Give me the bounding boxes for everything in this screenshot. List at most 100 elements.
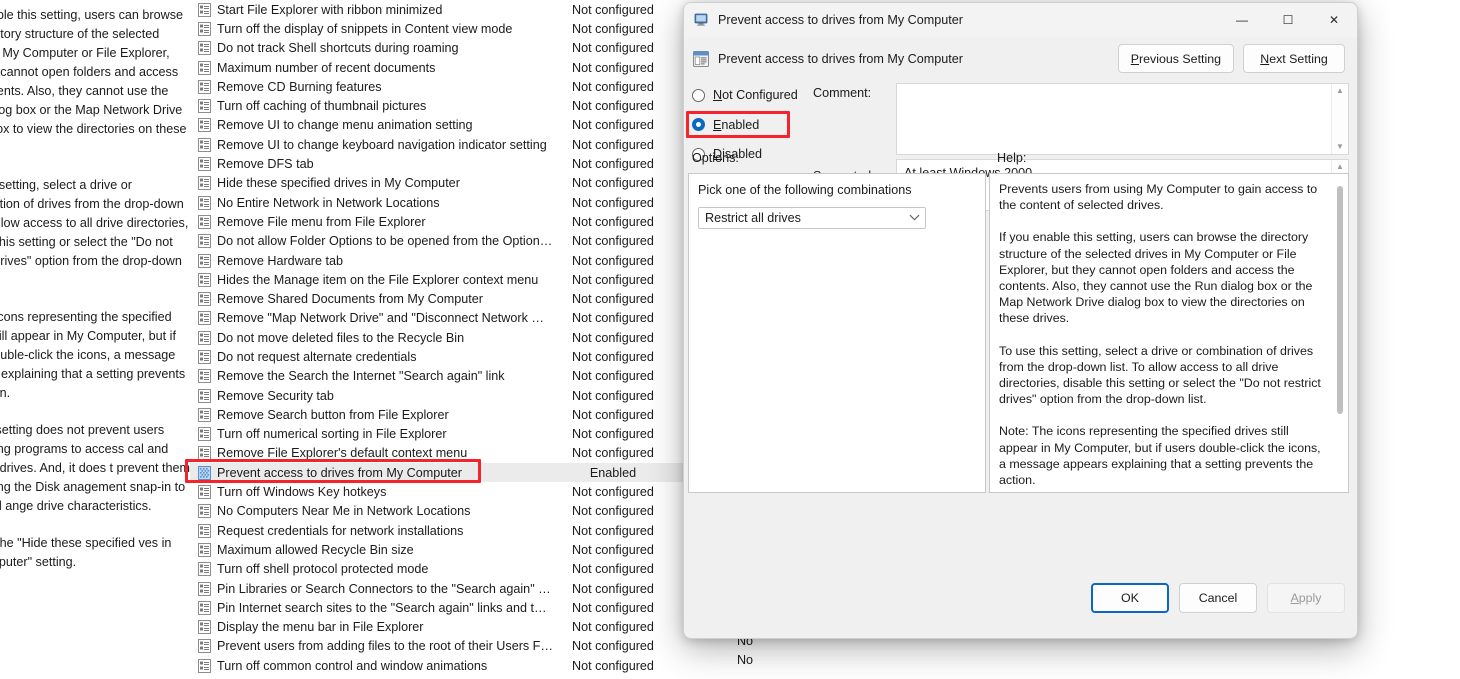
- policy-setting-list-icon: [198, 620, 211, 635]
- policy-setting-list-icon: [198, 272, 211, 287]
- policy-row[interactable]: Do not request alternate credentials Not …: [190, 347, 685, 366]
- policy-row[interactable]: Turn off caching of thumbnail pictures No…: [190, 96, 685, 115]
- policy-row-state: Not configured: [572, 330, 654, 345]
- policy-row-name: Turn off Windows Key hotkeys: [217, 485, 387, 500]
- radio-indicator: [692, 88, 705, 102]
- policy-row[interactable]: Maximum number of recent documents Not co…: [190, 58, 685, 77]
- policy-row-name: Remove Search button from File Explorer: [217, 407, 449, 422]
- policy-row[interactable]: Remove File menu from File Explorer Not c…: [190, 212, 685, 231]
- description-paragraph: use this setting, select a drive or comb…: [0, 178, 189, 268]
- policy-setting-list-icon: [198, 446, 211, 461]
- previous-setting-label: revious Setting: [1139, 51, 1221, 66]
- comment-value[interactable]: [897, 84, 1331, 154]
- policy-row[interactable]: Remove Security tab Not configured: [190, 386, 685, 405]
- state-radio-label: Enabled: [713, 118, 759, 132]
- policy-row[interactable]: Remove CD Burning features Not configured: [190, 77, 685, 96]
- policy-row[interactable]: Remove the Search the Internet "Search a…: [190, 367, 685, 386]
- policy-row[interactable]: Turn off common control and window anima…: [190, 656, 685, 675]
- maximize-icon[interactable]: ☐: [1265, 3, 1311, 37]
- policy-row[interactable]: Prevent users from adding files to the r…: [190, 637, 685, 656]
- policy-setting-list-icon: [198, 253, 211, 268]
- comment-label: Comment:: [813, 86, 872, 100]
- policy-row[interactable]: Remove Shared Documents from My Computer…: [190, 289, 685, 308]
- policy-setting-list-icon: [198, 41, 211, 56]
- description-paragraph: you enable this setting, users can brows…: [0, 8, 187, 136]
- policy-row[interactable]: Remove UI to change menu animation setti…: [190, 116, 685, 135]
- minimize-icon[interactable]: —: [1219, 3, 1265, 37]
- next-setting-button[interactable]: Next Setting: [1243, 44, 1345, 73]
- scroll-up-icon[interactable]: ▲: [1336, 87, 1344, 95]
- previous-setting-button[interactable]: Previous Setting: [1117, 44, 1234, 73]
- policy-setting-list-icon: [198, 330, 211, 345]
- policy-row[interactable]: Turn off Windows Key hotkeys Not configur…: [190, 482, 685, 501]
- policy-row[interactable]: Remove Hardware tab Not configured: [190, 251, 685, 270]
- state-radio-enabled[interactable]: Enabled: [692, 115, 822, 135]
- policy-row-name: No Entire Network in Network Locations: [217, 195, 440, 210]
- policy-setting-list-icon: [198, 195, 211, 210]
- policy-row[interactable]: Start File Explorer with ribbon minimize…: [190, 0, 685, 19]
- label-rest: nabled: [721, 117, 760, 132]
- policy-row-selected[interactable]: Prevent access to drives from My Compute…: [190, 463, 685, 483]
- policy-row-name: Maximum number of recent documents: [217, 60, 436, 75]
- policy-row-state: Not configured: [572, 137, 654, 152]
- cancel-button[interactable]: Cancel: [1179, 583, 1257, 613]
- policy-setting-list-icon: [198, 581, 211, 596]
- policy-row-state: Not configured: [572, 60, 654, 75]
- policy-setting-list-icon: [198, 349, 211, 364]
- help-scrollbar-thumb[interactable]: [1337, 186, 1343, 414]
- policy-row[interactable]: Remove DFS tab Not configured: [190, 154, 685, 173]
- policy-row-name: Remove Shared Documents from My Computer: [217, 292, 483, 307]
- screen: you enable this setting, users can brows…: [0, 0, 1460, 679]
- policy-row[interactable]: No Entire Network in Network Locations No…: [190, 193, 685, 212]
- drive-combination-dropdown[interactable]: Restrict all drives: [698, 207, 926, 229]
- policy-row[interactable]: Remove "Map Network Drive" and "Disconne…: [190, 309, 685, 328]
- policy-row[interactable]: Remove File Explorer's default context m…: [190, 444, 685, 463]
- policy-row[interactable]: Do not track Shell shortcuts during roam…: [190, 39, 685, 58]
- policy-row-name: Remove "Map Network Drive" and "Disconne…: [217, 311, 553, 326]
- policy-row[interactable]: Display the menu bar in File Explorer Not…: [190, 618, 685, 637]
- policy-row-name: Turn off shell protocol protected mode: [217, 562, 429, 577]
- ok-button[interactable]: OK: [1091, 583, 1169, 613]
- policy-row[interactable]: Remove UI to change keyboard navigation …: [190, 135, 685, 154]
- close-icon[interactable]: ✕: [1311, 3, 1357, 37]
- policy-row[interactable]: Pin Libraries or Search Connectors to th…: [190, 579, 685, 598]
- options-label: Options:: [692, 151, 739, 165]
- policy-row[interactable]: Remove Search button from File Explorer N…: [190, 405, 685, 424]
- radio-indicator: [692, 118, 705, 131]
- policy-row[interactable]: Pin Internet search sites to the "Search…: [190, 598, 685, 617]
- policy-row[interactable]: Request credentials for network installa…: [190, 521, 685, 540]
- policy-row[interactable]: Hide these specified drives in My Comput…: [190, 174, 685, 193]
- apply-accel: A: [1290, 591, 1299, 605]
- policy-row[interactable]: Maximum allowed Recycle Bin size Not conf…: [190, 540, 685, 559]
- comment-field[interactable]: ▲ ▼: [896, 83, 1349, 155]
- policy-row[interactable]: Do not move deleted files to the Recycle…: [190, 328, 685, 347]
- drive-combination-value: Restrict all drives: [705, 211, 801, 225]
- policy-row-name: Turn off numerical sorting in File Explo…: [217, 427, 447, 442]
- policy-row[interactable]: Turn off numerical sorting in File Explo…: [190, 425, 685, 444]
- policy-setting-list-icon: [198, 292, 211, 307]
- policy-row-state: Not configured: [572, 639, 654, 654]
- policy-setting-list-icon: [198, 542, 211, 557]
- policy-setting-list-icon: [198, 137, 211, 152]
- policy-row-name: Pin Internet search sites to the "Search…: [217, 600, 553, 615]
- policy-row-state: Not configured: [572, 427, 654, 442]
- comment-scrollbar[interactable]: ▲ ▼: [1331, 84, 1348, 154]
- policy-row[interactable]: Turn off the display of snippets in Cont…: [190, 19, 685, 38]
- policy-row[interactable]: No Computers Near Me in Network Location…: [190, 502, 685, 521]
- policy-setting-list-icon: [198, 427, 211, 442]
- policy-row[interactable]: Turn off shell protocol protected mode No…: [190, 560, 685, 579]
- policy-setting-list-icon: [198, 407, 211, 422]
- description-paragraph: so, this setting does not prevent users …: [0, 423, 190, 513]
- policy-settings-list[interactable]: Start File Explorer with ribbon minimize…: [190, 0, 685, 679]
- policy-setting-list-icon: [198, 369, 211, 384]
- scroll-up-icon[interactable]: ▲: [1336, 163, 1344, 171]
- policy-setting-list-icon: [198, 639, 211, 654]
- scroll-down-icon[interactable]: ▼: [1336, 143, 1344, 151]
- policy-row-state: Not configured: [572, 311, 654, 326]
- policy-row[interactable]: Hides the Manage item on the File Explor…: [190, 270, 685, 289]
- help-scrollbar[interactable]: [1333, 174, 1348, 492]
- dialog-footer: OK Cancel Apply: [684, 572, 1357, 638]
- policy-row[interactable]: Do not allow Folder Options to be opened…: [190, 232, 685, 251]
- state-radio-not-configured[interactable]: Not Configured: [692, 85, 822, 105]
- policy-row-state: Enabled: [589, 465, 637, 480]
